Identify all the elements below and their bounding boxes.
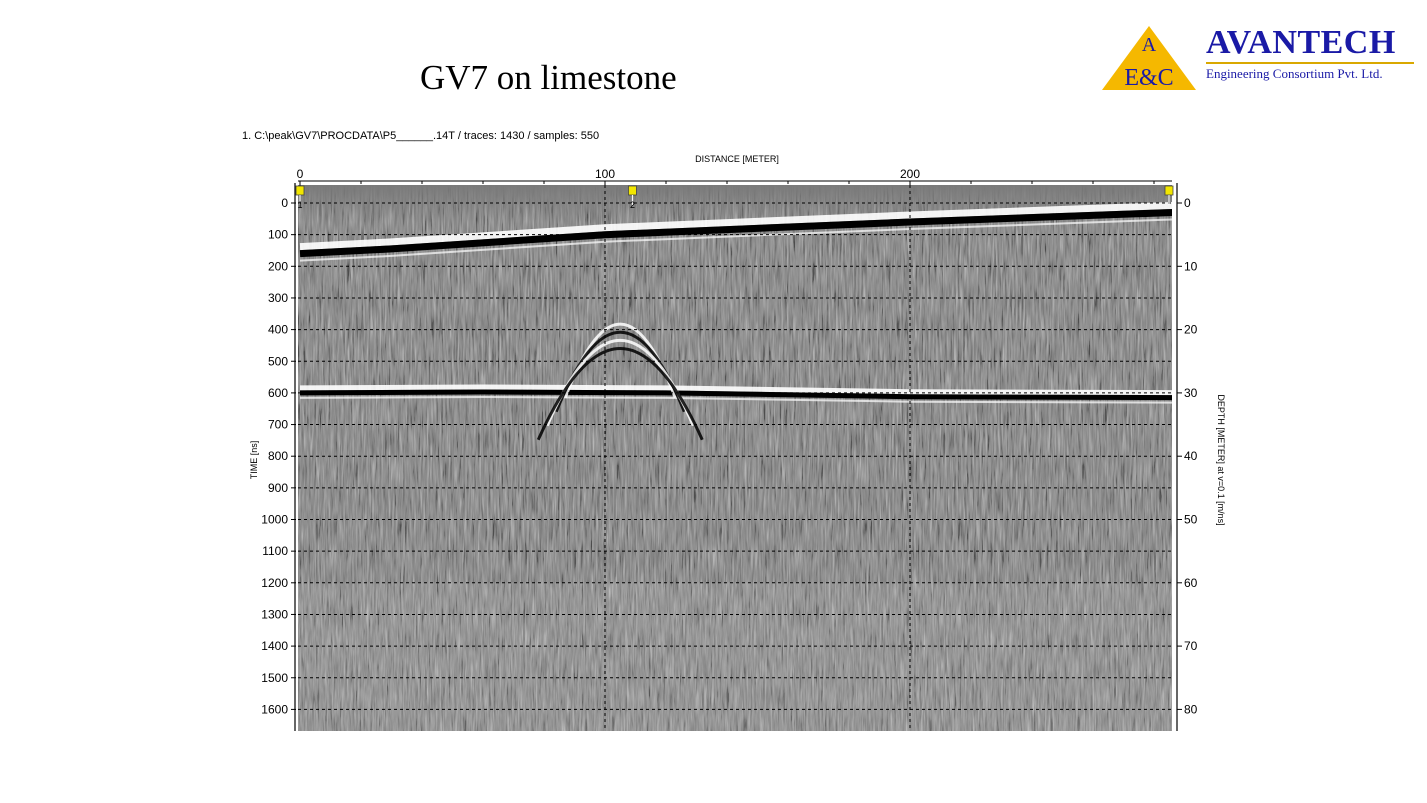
marker-label: 1 bbox=[297, 200, 302, 210]
radargram-deep-noise bbox=[298, 582, 1172, 731]
x-tick-label: 100 bbox=[595, 167, 615, 181]
marker-label: 2 bbox=[630, 200, 635, 210]
depth-tick-label: 0 bbox=[1184, 196, 1191, 210]
y-tick-label: 400 bbox=[268, 323, 288, 337]
y-tick-label: 500 bbox=[268, 354, 288, 368]
y-tick-label: 1000 bbox=[261, 513, 288, 527]
y-tick-label: 1300 bbox=[261, 607, 288, 621]
y-tick-label: 200 bbox=[268, 259, 288, 273]
y-tick-label: 300 bbox=[268, 291, 288, 305]
depth-tick-label: 40 bbox=[1184, 449, 1198, 463]
depth-tick-label: 20 bbox=[1184, 323, 1198, 337]
y-axis-label: TIME [ns] bbox=[249, 441, 259, 480]
y-tick-label: 100 bbox=[268, 228, 288, 242]
y-tick-label: 0 bbox=[281, 196, 288, 210]
marker-flag-icon bbox=[628, 185, 637, 196]
depth-tick-label: 70 bbox=[1184, 639, 1198, 653]
x-tick-label: 0 bbox=[297, 167, 304, 181]
y-tick-label: 1600 bbox=[261, 702, 288, 716]
marker-flag-icon bbox=[1164, 185, 1174, 196]
y-tick-label: 1500 bbox=[261, 671, 288, 685]
depth-axis-label: DEPTH [METER] at v=0.1 [m/ns] bbox=[1216, 394, 1226, 525]
x-tick-label: 200 bbox=[900, 167, 920, 181]
y-tick-label: 600 bbox=[268, 386, 288, 400]
depth-tick-label: 60 bbox=[1184, 576, 1198, 590]
depth-tick-label: 50 bbox=[1184, 513, 1198, 527]
radargram-chart: 0 100 200DISTANCE [METER]01002003004005006… bbox=[249, 154, 1226, 731]
depth-tick-label: 80 bbox=[1184, 702, 1198, 716]
y-tick-label: 900 bbox=[268, 481, 288, 495]
y-tick-label: 1400 bbox=[261, 639, 288, 653]
x-axis-label: DISTANCE [METER] bbox=[695, 154, 779, 164]
y-tick-label: 700 bbox=[268, 418, 288, 432]
depth-tick-label: 30 bbox=[1184, 386, 1198, 400]
y-tick-label: 1100 bbox=[262, 544, 288, 558]
depth-tick-label: 10 bbox=[1184, 259, 1198, 273]
y-tick-label: 800 bbox=[268, 449, 288, 463]
marker-flag-icon bbox=[295, 185, 305, 196]
y-tick-label: 1200 bbox=[261, 576, 288, 590]
